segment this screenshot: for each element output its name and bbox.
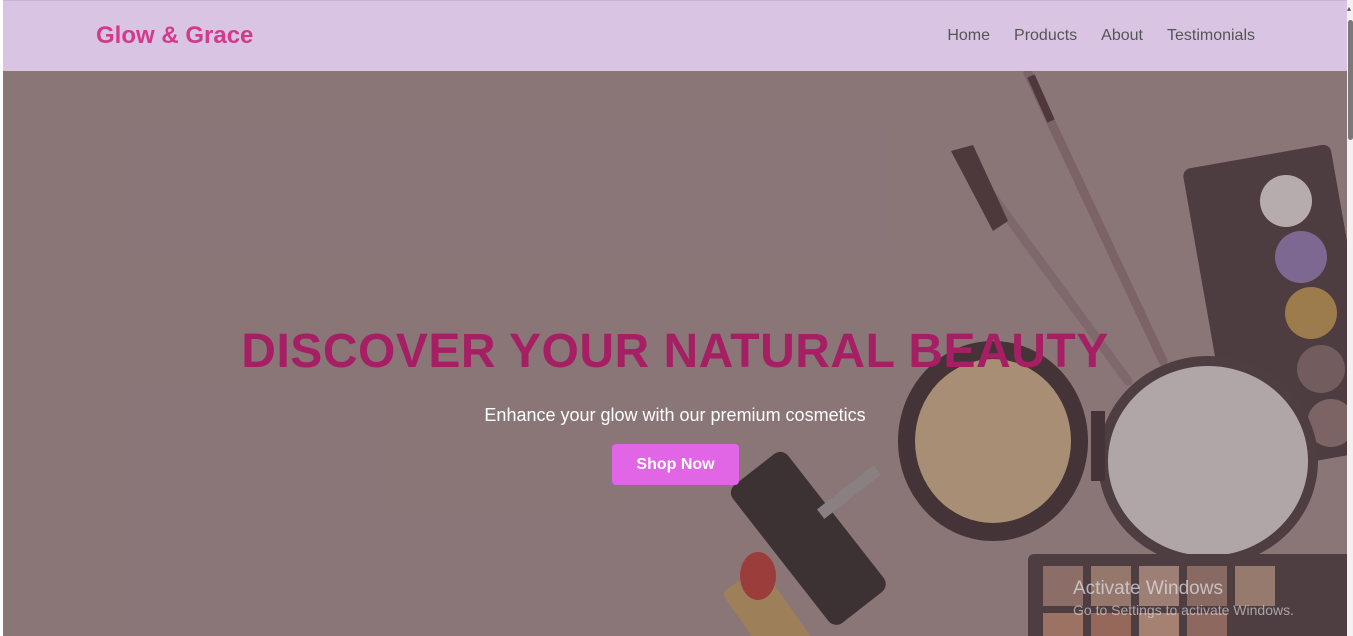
nav-link-testimonials[interactable]: Testimonials — [1167, 27, 1255, 45]
nav-link-products[interactable]: Products — [1014, 27, 1077, 45]
navbar: Glow & Grace Home Products About Testimo… — [3, 0, 1347, 71]
nav-link-about[interactable]: About — [1101, 27, 1143, 45]
hero-title: DISCOVER YOUR NATURAL BEAUTY — [241, 325, 1109, 378]
shop-now-button[interactable]: Shop Now — [612, 444, 739, 485]
watermark-subtitle: Go to Settings to activate Windows. — [1073, 602, 1294, 618]
page-scrollbar[interactable]: ▴ — [1347, 0, 1353, 636]
watermark-title: Activate Windows — [1073, 578, 1223, 599]
activate-windows-watermark: Activate Windows Go to Settings to activ… — [1073, 578, 1294, 618]
hero-subtitle: Enhance your glow with our premium cosme… — [484, 405, 866, 425]
scrollbar-thumb[interactable] — [1348, 20, 1353, 140]
nav-link-home[interactable]: Home — [947, 27, 990, 45]
hero-section: DISCOVER YOUR NATURAL BEAUTY Enhance you… — [3, 71, 1347, 636]
scroll-up-arrow-icon[interactable]: ▴ — [1347, 4, 1353, 14]
nav-links: Home Products About Testimonials — [947, 27, 1255, 45]
brand-logo[interactable]: Glow & Grace — [96, 22, 253, 50]
page: Glow & Grace Home Products About Testimo… — [3, 0, 1347, 636]
